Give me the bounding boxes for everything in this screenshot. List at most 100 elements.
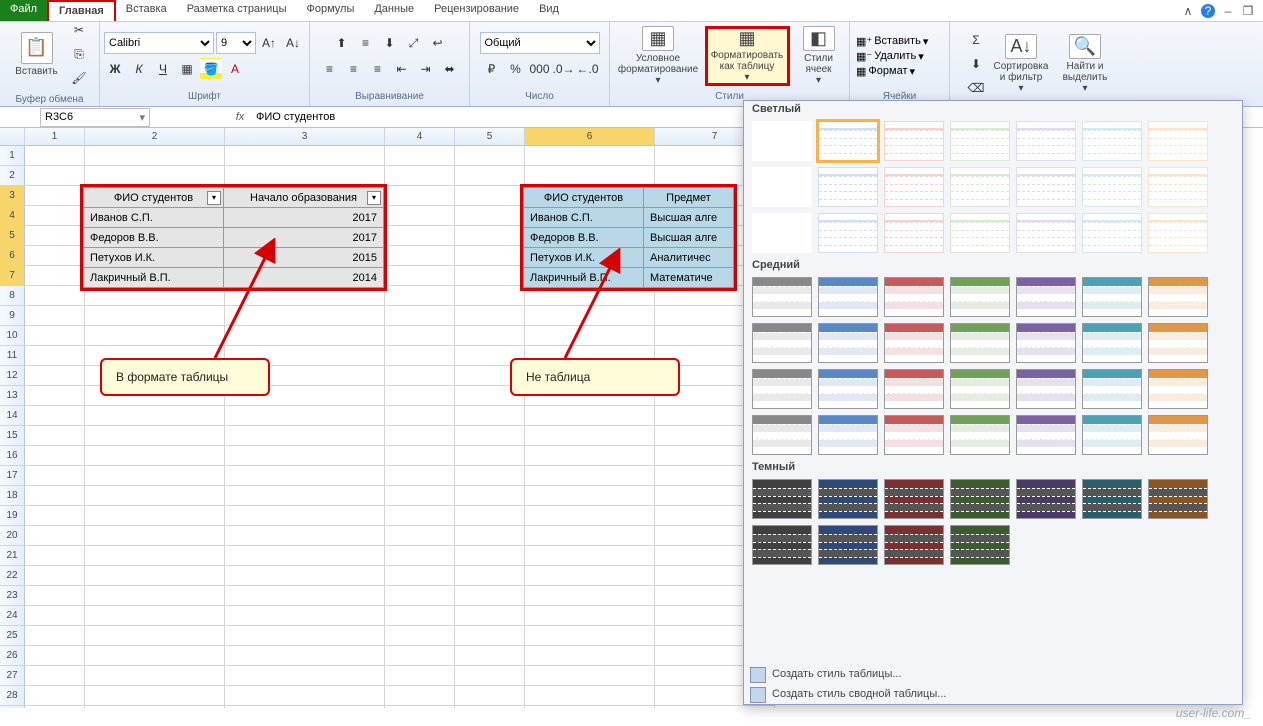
row-header[interactable]: 23 (0, 586, 25, 606)
currency-icon[interactable]: ₽ (481, 58, 503, 80)
row-header[interactable]: 27 (0, 666, 25, 686)
align-left-icon[interactable]: ≡ (319, 58, 341, 80)
delete-cells-button[interactable]: ▦⁻ Удалить▾ (856, 50, 924, 63)
table-style-swatch[interactable] (752, 213, 812, 253)
border-icon[interactable]: ▦ (176, 58, 198, 80)
row-header[interactable]: 25 (0, 626, 25, 646)
tab-review[interactable]: Рецензирование (424, 0, 529, 21)
table-style-swatch[interactable] (1148, 213, 1208, 253)
row-header[interactable]: 15 (0, 426, 25, 446)
table-style-swatch[interactable] (884, 525, 944, 565)
table-style-swatch[interactable] (950, 369, 1010, 409)
row-headers[interactable]: 1234567891011121314151617181920212223242… (0, 146, 25, 708)
fill-icon[interactable]: ⬇ (965, 53, 987, 75)
table-style-swatch[interactable] (752, 369, 812, 409)
fill-color-icon[interactable]: 🪣 (200, 58, 222, 80)
table-style-swatch[interactable] (752, 479, 812, 519)
row-header[interactable]: 17 (0, 466, 25, 486)
tab-page-layout[interactable]: Разметка страницы (177, 0, 297, 21)
table-style-swatch[interactable] (950, 213, 1010, 253)
row-header[interactable]: 1 (0, 146, 25, 166)
table-style-swatch[interactable] (1148, 121, 1208, 161)
row-header[interactable]: 8 (0, 286, 25, 306)
align-middle-icon[interactable]: ≡ (355, 32, 377, 54)
font-size-select[interactable]: 9 (216, 32, 256, 54)
table-style-swatch[interactable] (818, 415, 878, 455)
table-style-swatch[interactable] (818, 121, 878, 161)
row-header[interactable]: 19 (0, 506, 25, 526)
table-style-swatch[interactable] (1016, 213, 1076, 253)
help-icon[interactable]: ? (1201, 4, 1215, 18)
clear-icon[interactable]: ⌫ (965, 77, 987, 99)
table-style-swatch[interactable] (1016, 167, 1076, 207)
filter-dropdown-icon[interactable]: ▾ (207, 191, 221, 205)
decrease-indent-icon[interactable]: ⇤ (391, 58, 413, 80)
row-header[interactable]: 20 (0, 526, 25, 546)
format-painter-icon[interactable]: 🖌 (68, 67, 90, 89)
row-header[interactable]: 10 (0, 326, 25, 346)
table-style-swatch[interactable] (950, 277, 1010, 317)
row-header[interactable]: 5 (0, 226, 25, 246)
copy-icon[interactable]: ⎘ (68, 43, 90, 65)
table-style-swatch[interactable] (752, 121, 812, 161)
table-style-swatch[interactable] (950, 525, 1010, 565)
new-pivot-style-button[interactable]: Создать стиль сводной таблицы... (744, 684, 1242, 704)
autosum-icon[interactable]: Σ (965, 29, 987, 51)
table-style-swatch[interactable] (818, 323, 878, 363)
tab-home[interactable]: Главная (47, 0, 116, 21)
name-box[interactable]: R3C6▾ (40, 108, 150, 127)
merge-cells-icon[interactable]: ⬌ (439, 58, 461, 80)
row-header[interactable]: 24 (0, 606, 25, 626)
format-cells-button[interactable]: ▦ Формат▾ (856, 65, 915, 78)
minimize-icon[interactable]: – (1221, 4, 1235, 18)
table-style-swatch[interactable] (950, 121, 1010, 161)
sort-filter-button[interactable]: A↓ Сортировка и фильтр▾ (991, 34, 1051, 94)
table-style-swatch[interactable] (1016, 121, 1076, 161)
row-header[interactable]: 18 (0, 486, 25, 506)
number-format-select[interactable]: Общий (480, 32, 600, 54)
table-style-swatch[interactable] (752, 525, 812, 565)
cell-styles-button[interactable]: ◧ Стили ячеек▾ (794, 26, 844, 86)
conditional-formatting-button[interactable]: ▦ Условное форматирование▾ (616, 26, 701, 86)
table-style-swatch[interactable] (1082, 369, 1142, 409)
decrease-decimal-icon[interactable]: ←.0 (577, 58, 599, 80)
table-style-swatch[interactable] (1148, 479, 1208, 519)
insert-cells-button[interactable]: ▦⁺ Вставить▾ (856, 35, 928, 48)
row-header[interactable]: 13 (0, 386, 25, 406)
column-header[interactable]: 2 (85, 128, 225, 145)
table-style-swatch[interactable] (1082, 323, 1142, 363)
table-style-swatch[interactable] (818, 369, 878, 409)
column-headers[interactable]: 1234567 (0, 128, 800, 146)
wrap-text-icon[interactable]: ↩ (427, 32, 449, 54)
align-right-icon[interactable]: ≡ (367, 58, 389, 80)
table-style-swatch[interactable] (884, 479, 944, 519)
table-style-swatch[interactable] (1148, 277, 1208, 317)
new-table-style-button[interactable]: Создать стиль таблицы... (744, 664, 1242, 684)
table-style-swatch[interactable] (950, 479, 1010, 519)
table-style-swatch[interactable] (884, 415, 944, 455)
font-color-icon[interactable]: A (224, 58, 246, 80)
row-header[interactable]: 29 (0, 706, 25, 708)
table-style-swatch[interactable] (818, 213, 878, 253)
filter-dropdown-icon[interactable]: ▾ (367, 191, 381, 205)
font-name-select[interactable]: Calibri (104, 32, 214, 54)
table-style-swatch[interactable] (752, 323, 812, 363)
row-header[interactable]: 28 (0, 686, 25, 706)
italic-button[interactable]: К (128, 58, 150, 80)
grow-font-icon[interactable]: A↑ (258, 32, 280, 54)
shrink-font-icon[interactable]: A↓ (282, 32, 304, 54)
table-style-swatch[interactable] (1016, 277, 1076, 317)
table-style-swatch[interactable] (1016, 415, 1076, 455)
table-style-swatch[interactable] (884, 323, 944, 363)
table-style-swatch[interactable] (1016, 369, 1076, 409)
row-header[interactable]: 12 (0, 366, 25, 386)
table-style-swatch[interactable] (1148, 323, 1208, 363)
table-style-swatch[interactable] (884, 277, 944, 317)
table-style-swatch[interactable] (1148, 415, 1208, 455)
table-style-swatch[interactable] (884, 213, 944, 253)
percent-icon[interactable]: % (505, 58, 527, 80)
increase-indent-icon[interactable]: ⇥ (415, 58, 437, 80)
table-style-swatch[interactable] (884, 167, 944, 207)
table-style-swatch[interactable] (1082, 167, 1142, 207)
table-style-swatch[interactable] (752, 167, 812, 207)
